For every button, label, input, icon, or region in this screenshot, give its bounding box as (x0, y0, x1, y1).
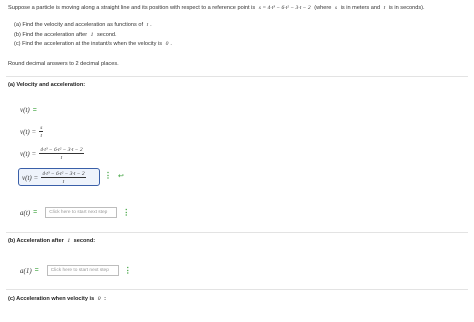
part-c-num: 0 (165, 41, 169, 47)
acceleration-menu-icon[interactable]: ⋮ (122, 208, 130, 217)
where-t-var: t (383, 5, 386, 11)
section-c-title-prefix: (c) Acceleration when velocity is (8, 296, 95, 302)
section-c-title: (c) Acceleration when velocity is 0 : (8, 296, 106, 302)
step-4-numerator: 4·t³ − 6·t² − 3·t − 2 (41, 171, 86, 178)
step-4-denominator: t (62, 178, 65, 185)
section-b-title-num: 1 (67, 238, 71, 244)
problem-parts: (a) Find the velocity and acceleration a… (14, 21, 172, 50)
problem-intro-line: Suppose a particle is moving along a str… (8, 4, 468, 13)
divider (6, 289, 468, 290)
part-a-end: . (150, 22, 152, 28)
step-1-lhs: v(t) (20, 106, 30, 114)
step-3-numerator: 4·t³ − 6·t² − 3·t − 2 (39, 147, 84, 154)
part-b-label: (b) Find the acceleration after (14, 31, 88, 38)
part-c-end: . (170, 41, 172, 47)
step-4-actions: ⋮ ↩ (104, 171, 124, 180)
step-2-numerator: s (39, 125, 44, 132)
acceleration-at-1-next-step-input[interactable]: Click here to start next step (46, 265, 119, 276)
step-1-equals: = (32, 106, 37, 114)
problem-statement: Suppose a particle is moving along a str… (8, 4, 468, 13)
where-middle: is in meters and (340, 5, 381, 11)
step-3-fraction: 4·t³ − 6·t² − 3·t − 2 t (39, 147, 84, 161)
part-b-end: second. (97, 31, 117, 38)
step-2-lhs: v(t) = (20, 127, 37, 136)
part-c-label: (c) Find the acceleration at the instant… (14, 41, 162, 47)
step-acceleration-at-1: a(1) = Click here to start next step ⋮ (20, 265, 132, 276)
acceleration-next-step-input[interactable]: Click here to start next step (45, 207, 118, 218)
part-a-text: (a) Find the velocity and acceleration a… (14, 21, 172, 31)
section-a-title: (a) Velocity and acceleration: (8, 82, 86, 88)
part-c-text: (c) Find the acceleration at the instant… (14, 40, 172, 50)
acceleration-at-1-equals: = (34, 267, 39, 274)
acceleration-at-1-menu-icon[interactable]: ⋮ (124, 266, 132, 275)
section-c-title-num: 0 (97, 296, 101, 302)
problem-intro: Suppose a particle is moving along a str… (8, 5, 256, 11)
position-equation: s = 4·t³ − 6·t² − 3·t − 2 (258, 5, 311, 11)
step-menu-icon[interactable]: ⋮ (104, 171, 112, 180)
where-prefix: (where (314, 5, 332, 11)
section-b-title: (b) Acceleration after 1 second: (8, 238, 95, 244)
section-c-title-suffix: : (104, 296, 107, 302)
part-a-label: (a) Find the velocity and acceleration a… (14, 22, 144, 28)
where-s-var: s (334, 5, 338, 11)
step-3-lhs: v(t) = (20, 149, 37, 158)
step-velocity-2: v(t) = s t (20, 125, 44, 139)
part-b-text: (b) Find the acceleration after 1 second… (14, 31, 172, 41)
step-4-lhs: v(t) = (22, 173, 39, 182)
where-suffix: is in seconds). (388, 5, 425, 11)
step-velocity-1: v(t) = (20, 106, 40, 114)
acceleration-at-1-lhs: a(1) (20, 266, 32, 275)
step-velocity-3: v(t) = 4·t³ − 6·t² − 3·t − 2 t (20, 147, 84, 161)
divider (6, 232, 468, 233)
section-b-title-prefix: (b) Acceleration after (8, 238, 64, 244)
part-b-num: 1 (90, 31, 94, 38)
undo-arrow-icon[interactable]: ↩ (118, 172, 124, 180)
acceleration-equals: = (33, 209, 38, 216)
section-b-title-suffix: second: (73, 238, 96, 244)
step-2-fraction: s t (39, 125, 44, 139)
step-4-fraction: 4·t³ − 6·t² − 3·t − 2 t (41, 171, 86, 185)
step-2-denominator: t (40, 132, 43, 139)
step-3-denominator: t (60, 154, 63, 161)
acceleration-lhs: a(t) (20, 208, 31, 217)
rounding-instruction: Round decimal answers to 2 decimal place… (8, 61, 119, 67)
divider (6, 76, 468, 77)
part-a-var: t (146, 22, 149, 28)
step-velocity-4[interactable]: v(t) = 4·t³ − 6·t² − 3·t − 2 t (22, 171, 86, 185)
step-acceleration: a(t) = Click here to start next step ⋮ (20, 207, 130, 218)
